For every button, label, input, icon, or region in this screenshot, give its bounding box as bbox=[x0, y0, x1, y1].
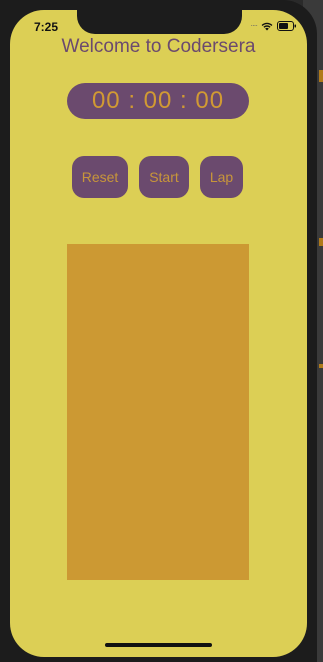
notch bbox=[77, 10, 242, 34]
lap-list bbox=[67, 244, 249, 580]
lap-button[interactable]: Lap bbox=[200, 156, 243, 198]
app-title: Welcome to Codersera bbox=[61, 36, 256, 57]
background-mark bbox=[319, 364, 323, 368]
home-indicator[interactable] bbox=[105, 643, 212, 647]
status-icons: ···· bbox=[250, 21, 297, 31]
phone-frame: 7:25 ···· Welcome to Codersera 00 : 00 :… bbox=[0, 0, 317, 662]
background-mark bbox=[319, 238, 323, 246]
app-screen: 7:25 ···· Welcome to Codersera 00 : 00 :… bbox=[10, 10, 307, 657]
wifi-icon bbox=[261, 22, 273, 31]
signal-icon: ···· bbox=[250, 21, 258, 30]
status-time: 7:25 bbox=[34, 20, 59, 34]
timer-display: 00 : 00 : 00 bbox=[67, 83, 249, 119]
start-button[interactable]: Start bbox=[139, 156, 189, 198]
battery-icon bbox=[277, 21, 297, 31]
reset-button[interactable]: Reset bbox=[72, 156, 128, 198]
background-mark bbox=[319, 70, 323, 82]
